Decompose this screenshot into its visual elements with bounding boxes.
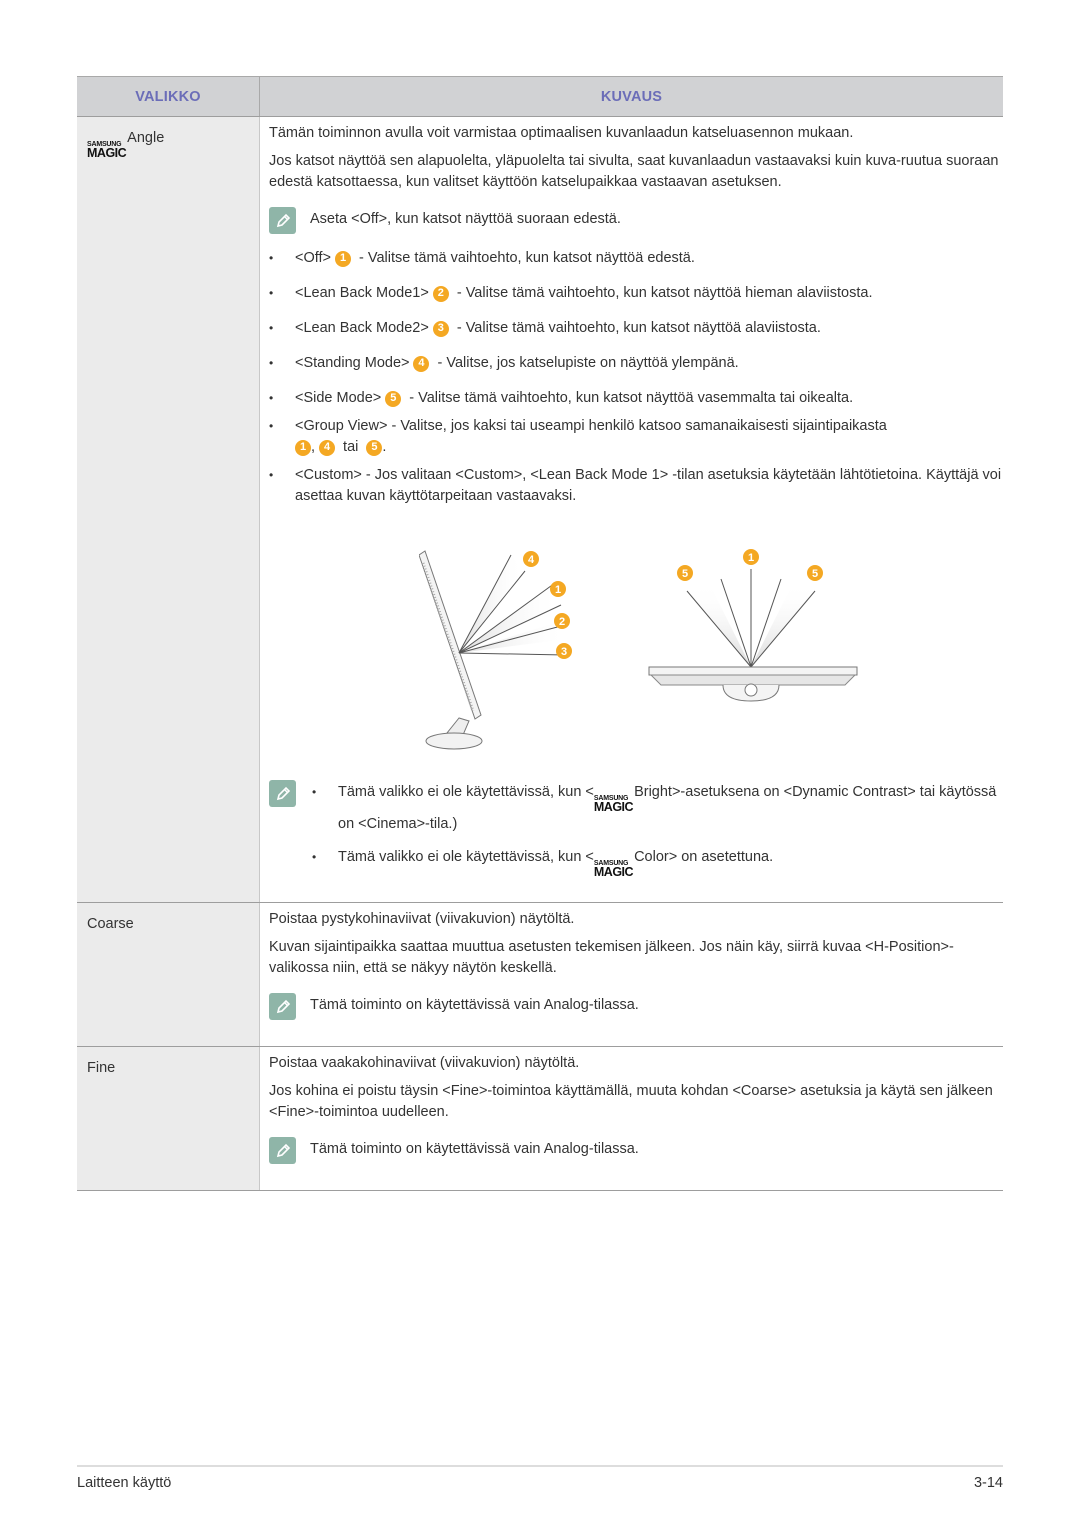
footer-section-title: Laitteen käyttö [77, 1475, 172, 1491]
brand-bottom: MAGIC [593, 864, 634, 879]
note-pencil-icon [269, 780, 296, 807]
option-group-view: <Group View> - Valitse, jos kaksi tai us… [269, 416, 1003, 458]
option-lean-back-1: <Lean Back Mode1>2 - Valitse tämä vaihto… [269, 283, 1003, 304]
angle-intro: Tämän toiminnon avulla voit varmistaa op… [269, 125, 854, 141]
angle-options-list: <Off>1 - Valitse tämä vaihtoehto, kun ka… [269, 248, 1003, 507]
figure-badge-label: 5 [812, 568, 818, 580]
option-name: <Side Mode> [295, 390, 382, 406]
menu-label-coarse: Coarse [87, 916, 134, 932]
samsung-magic-logo-icon: SAMSUNG MAGIC [87, 141, 127, 160]
samsung-magic-logo-icon: SAMSUNG MAGIC [593, 860, 634, 879]
brand-bottom: MAGIC [87, 146, 127, 160]
badge-5-icon: 5 [385, 390, 402, 407]
restriction-color: Tämä valikko ei ole käytettävissä, kun <… [312, 847, 1003, 879]
header-desc-label: KUVAUS [600, 88, 663, 105]
viewing-angle-diagram: 4 1 2 3 5 1 5 [419, 549, 858, 750]
option-text: <Group View> - Valitse, jos kaksi tai us… [295, 418, 887, 434]
header-desc-cell: KUVAUS [260, 77, 1003, 116]
restriction-text: Tämä valikko ei ole käytettävissä, kun < [338, 848, 594, 865]
option-side: <Side Mode>5 - Valitse tämä vaihtoehto, … [269, 388, 1003, 409]
option-off: <Off>1 - Valitse tämä vaihtoehto, kun ka… [269, 248, 1003, 269]
option-desc: - Valitse tämä vaihtoehto, kun katsot nä… [355, 250, 695, 266]
option-desc: - Valitse, jos katselupiste on näyttöä y… [433, 355, 739, 371]
note-text: Tämä toiminto on käytettävissä vain Anal… [310, 997, 639, 1013]
fine-detail: Jos kohina ei poistu täysin <Fine>-toimi… [269, 1083, 993, 1120]
menu-cell-fine: Fine [77, 1047, 260, 1190]
header-menu-label: VALIKKO [135, 88, 201, 105]
figure-badge-label: 2 [559, 616, 565, 628]
badge-2-icon: 2 [432, 285, 449, 302]
option-name: <Lean Back Mode1> [295, 285, 429, 301]
option-desc: - Valitse tämä vaihtoehto, kun katsot nä… [452, 285, 873, 301]
separator: . [382, 439, 387, 455]
menu-cell-angle: SAMSUNG MAGIC Angle [77, 117, 260, 902]
samsung-magic-logo-icon: SAMSUNG MAGIC [593, 795, 634, 814]
footer-page-number: 3-14 [973, 1475, 1003, 1491]
badge-5-icon: 5 [366, 439, 383, 456]
separator: tai [339, 439, 363, 455]
menu-label-angle: Angle [127, 130, 165, 146]
option-lean-back-2: <Lean Back Mode2>3 - Valitse tämä vaihto… [269, 318, 1003, 339]
figure-badge-label: 3 [561, 646, 567, 658]
menu-label-fine: Fine [87, 1060, 116, 1076]
menu-cell-coarse: Coarse [77, 903, 260, 1046]
option-standing: <Standing Mode>4 - Valitse, jos katselup… [269, 353, 1003, 374]
feature-name: Color [634, 848, 669, 865]
option-text: <Custom> - Jos valitaan <Custom>, <Lean … [295, 467, 1002, 504]
page-footer: Laitteen käyttö 3-14 [77, 1465, 1003, 1491]
option-name: <Standing Mode> [295, 355, 410, 371]
separator: , [311, 439, 316, 455]
badge-1-icon: 1 [335, 250, 352, 267]
table-row-fine: Fine Poistaa vaakakohinaviivat (viivakuv… [77, 1047, 1003, 1191]
feature-name: Bright [634, 784, 672, 800]
note-fine: Tämä toiminto on käytettävissä vain Anal… [269, 1137, 1003, 1164]
option-custom: <Custom> - Jos valitaan <Custom>, <Lean … [269, 465, 1003, 507]
viewing-angle-figure: 4 1 2 3 5 1 5 [419, 543, 1003, 758]
desc-cell-angle: Tämän toiminnon avulla voit varmistaa op… [260, 117, 1003, 902]
option-name: <Lean Back Mode2> [295, 320, 429, 336]
note-angle: Aseta <Off>, kun katsot näyttöä suoraan … [269, 207, 1003, 234]
settings-table: VALIKKO KUVAUS SAMSUNG MAGIC Angle Tämän… [77, 76, 1003, 1191]
table-header: VALIKKO KUVAUS [77, 77, 1003, 117]
option-desc: - Valitse tämä vaihtoehto, kun katsot nä… [452, 320, 821, 336]
table-row-coarse: Coarse Poistaa pystykohinaviivat (viivak… [77, 903, 1003, 1047]
figure-badge-label: 5 [682, 568, 688, 580]
badge-3-icon: 3 [432, 320, 449, 337]
badge-1-icon: 1 [295, 439, 311, 456]
badge-4-icon: 4 [319, 439, 336, 456]
restrictions-list: Tämä valikko ei ole käytettävissä, kun <… [312, 782, 1003, 890]
option-desc: - Valitse tämä vaihtoehto, kun katsot nä… [405, 390, 854, 406]
figure-badge-label: 1 [748, 552, 754, 564]
badge-4-icon: 4 [413, 355, 430, 372]
restriction-text: > on asetettuna. [668, 848, 774, 865]
figure-badge-label: 1 [555, 584, 561, 596]
note-pencil-icon [269, 993, 296, 1020]
coarse-intro: Poistaa pystykohinaviivat (viivakuvion) … [269, 911, 575, 927]
header-menu-cell: VALIKKO [77, 77, 260, 116]
angle-detail: Jos katsot näyttöä sen alapuolelta, yläp… [269, 153, 999, 190]
desc-cell-fine: Poistaa vaakakohinaviivat (viivakuvion) … [260, 1047, 1003, 1190]
note-text: Tämä toiminto on käytettävissä vain Anal… [310, 1141, 639, 1157]
note-restrictions: Tämä valikko ei ole käytettävissä, kun <… [269, 780, 1003, 890]
restriction-bright: Tämä valikko ei ole käytettävissä, kun <… [312, 782, 1003, 835]
fine-intro: Poistaa vaakakohinaviivat (viivakuvion) … [269, 1055, 580, 1071]
note-pencil-icon [269, 207, 296, 234]
note-text: Aseta <Off>, kun katsot näyttöä suoraan … [310, 211, 621, 227]
note-pencil-icon [269, 1137, 296, 1164]
restriction-text: Tämä valikko ei ole käytettävissä, kun < [338, 784, 594, 800]
brand-bottom: MAGIC [593, 800, 634, 814]
option-name: <Off> [295, 250, 332, 266]
side-view-monitor [419, 550, 567, 750]
note-coarse: Tämä toiminto on käytettävissä vain Anal… [269, 993, 1003, 1020]
top-view-monitor: 5 1 5 [648, 549, 858, 702]
figure-badge-label: 4 [528, 554, 535, 566]
coarse-detail: Kuvan sijaintipaikka saattaa muuttua ase… [269, 939, 954, 976]
table-row-angle: SAMSUNG MAGIC Angle Tämän toiminnon avul… [77, 117, 1003, 903]
desc-cell-coarse: Poistaa pystykohinaviivat (viivakuvion) … [260, 903, 1003, 1046]
